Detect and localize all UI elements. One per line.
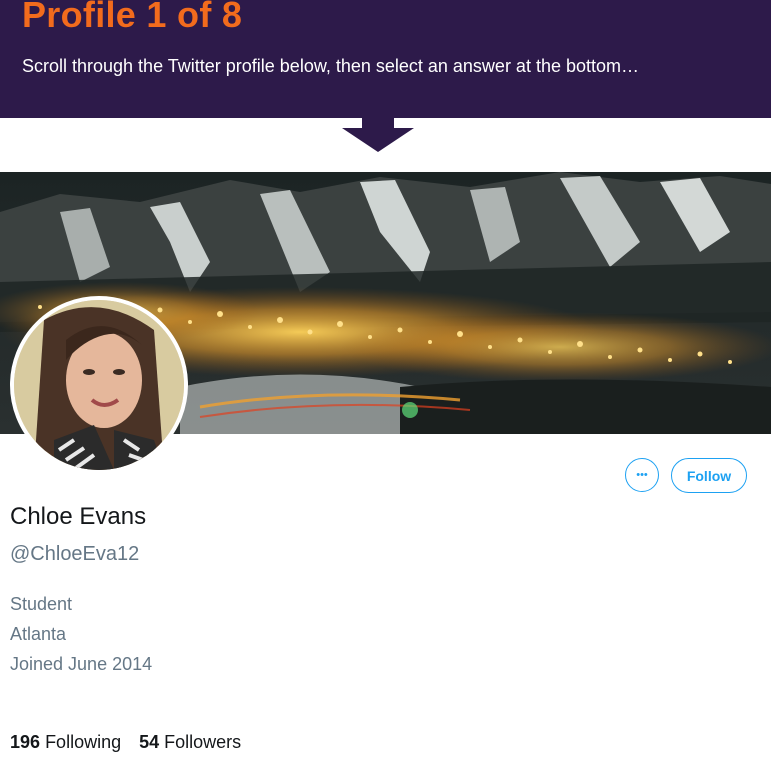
avatar-portrait-illustration [14,300,184,470]
more-options-button[interactable]: ••• [625,458,659,492]
bio-location: Atlanta [10,624,67,644]
instruction-text: Scroll through the Twitter profile below… [22,56,640,76]
profile-counter-title: Profile 1 of 8 [22,0,243,35]
follow-button[interactable]: Follow [671,458,747,493]
profile-handle: @ChloeEva12 [10,543,140,565]
down-arrow-icon-stem [362,118,394,128]
down-arrow-icon [342,128,414,152]
bio-occupation: Student [10,594,73,614]
profile-name: Chloe Evans [10,503,147,530]
followers-label: Followers [164,732,242,752]
more-horizontal-icon: ••• [636,469,648,481]
avatar[interactable] [10,296,188,474]
followers-stat[interactable]: 54 Followers [139,732,241,753]
profile-stats: 196 Following 54 Followers [10,732,259,753]
followers-count: 54 [139,732,160,752]
following-stat[interactable]: 196 Following [10,732,121,753]
bio-joined-date: Joined June 2014 [10,654,153,674]
following-label: Following [45,732,122,752]
instruction-header: Profile 1 of 8 Scroll through the Twitte… [0,0,771,118]
following-count: 196 [10,732,41,752]
page: Profile 1 of 8 Scroll through the Twitte… [0,0,771,759]
